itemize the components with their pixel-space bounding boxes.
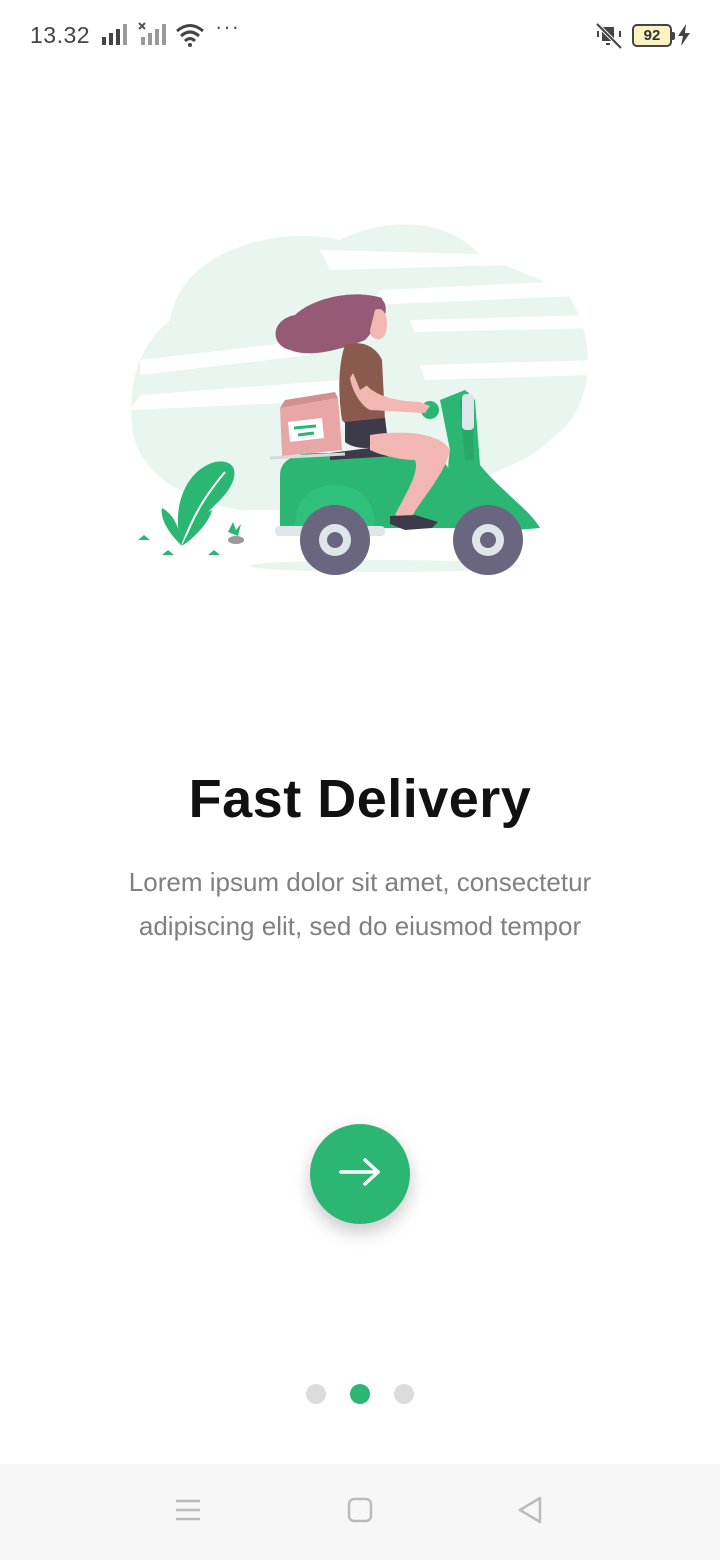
onboarding-title: Fast Delivery: [188, 769, 532, 829]
next-button[interactable]: [310, 1124, 410, 1224]
menu-icon: [174, 1498, 202, 1527]
signal-x-icon: [138, 22, 170, 51]
page-dot-active[interactable]: [350, 1384, 370, 1404]
charging-icon: [677, 24, 691, 51]
battery-level: 92: [643, 27, 661, 44]
mute-icon: [594, 22, 624, 55]
page-dot[interactable]: [394, 1384, 414, 1404]
battery-icon: 92: [632, 24, 675, 47]
onboarding-description: Lorem ipsum dolor sit amet, consectetur …: [128, 867, 592, 941]
more-dots-icon: ···: [215, 14, 240, 39]
status-time: 13.32: [30, 22, 91, 48]
scooter-delivery-illustration: [120, 210, 600, 590]
home-button[interactable]: [340, 1494, 380, 1530]
arrow-right-icon: [338, 1157, 382, 1192]
menu-button[interactable]: [168, 1494, 208, 1530]
signal-icon: [101, 22, 131, 51]
back-triangle-icon: [516, 1495, 544, 1530]
status-bar: 13.32 ··· 92: [0, 0, 720, 74]
page-dot[interactable]: [306, 1384, 326, 1404]
page-indicator: [0, 1384, 720, 1404]
back-button[interactable]: [510, 1494, 550, 1530]
system-nav-bar: [0, 1464, 720, 1560]
home-square-icon: [346, 1496, 374, 1529]
wifi-icon: [175, 23, 205, 52]
